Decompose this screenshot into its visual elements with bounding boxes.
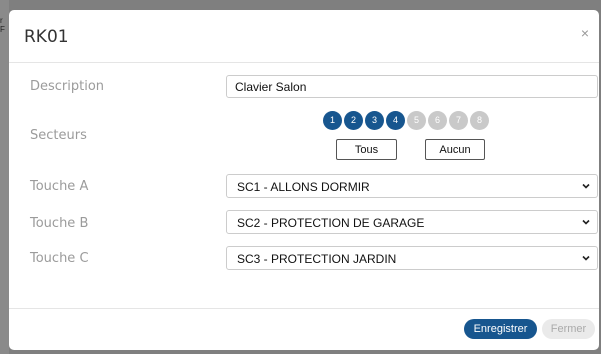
modal-footer: Enregistrer Fermer — [9, 308, 599, 350]
backdrop-page: r F — [0, 0, 9, 354]
touche-c-value: SC3 - PROTECTION JARDIN — [237, 252, 397, 266]
close-icon[interactable]: × — [577, 25, 593, 41]
touche-a-value: SC1 - ALLONS DORMIR — [237, 180, 370, 194]
save-button[interactable]: Enregistrer — [464, 319, 537, 339]
close-button[interactable]: Fermer — [542, 319, 595, 339]
description-label: Description — [30, 79, 105, 94]
touche-a-label: Touche A — [30, 179, 89, 194]
sector-2[interactable]: 2 — [344, 111, 363, 130]
chevron-down-icon — [582, 183, 590, 189]
sector-1[interactable]: 1 — [323, 111, 342, 130]
select-no-sectors-button[interactable]: Aucun — [425, 139, 485, 160]
sector-3[interactable]: 3 — [365, 111, 384, 130]
description-input[interactable] — [226, 75, 598, 98]
sector-4[interactable]: 4 — [386, 111, 405, 130]
touche-c-select[interactable]: SC3 - PROTECTION JARDIN — [226, 246, 598, 270]
sector-7[interactable]: 7 — [449, 111, 468, 130]
modal-title: RK01 — [24, 27, 69, 47]
modal-dialog: RK01 × Description Secteurs 12345678 Tou… — [9, 10, 599, 350]
select-all-sectors-button[interactable]: Tous — [336, 139, 397, 160]
modal-header: RK01 × — [9, 10, 599, 63]
secteurs-label: Secteurs — [30, 128, 87, 143]
touche-a-select[interactable]: SC1 - ALLONS DORMIR — [226, 174, 598, 198]
sector-5[interactable]: 5 — [407, 111, 426, 130]
backdrop-text: r F — [0, 16, 5, 34]
touche-b-label: Touche B — [30, 216, 89, 231]
chevron-down-icon — [582, 255, 590, 261]
sector-6[interactable]: 6 — [428, 111, 447, 130]
chevron-down-icon — [582, 219, 590, 225]
touche-c-label: Touche C — [30, 251, 89, 266]
sector-8[interactable]: 8 — [470, 111, 489, 130]
touche-b-value: SC2 - PROTECTION DE GARAGE — [237, 216, 425, 230]
touche-b-select[interactable]: SC2 - PROTECTION DE GARAGE — [226, 210, 598, 234]
